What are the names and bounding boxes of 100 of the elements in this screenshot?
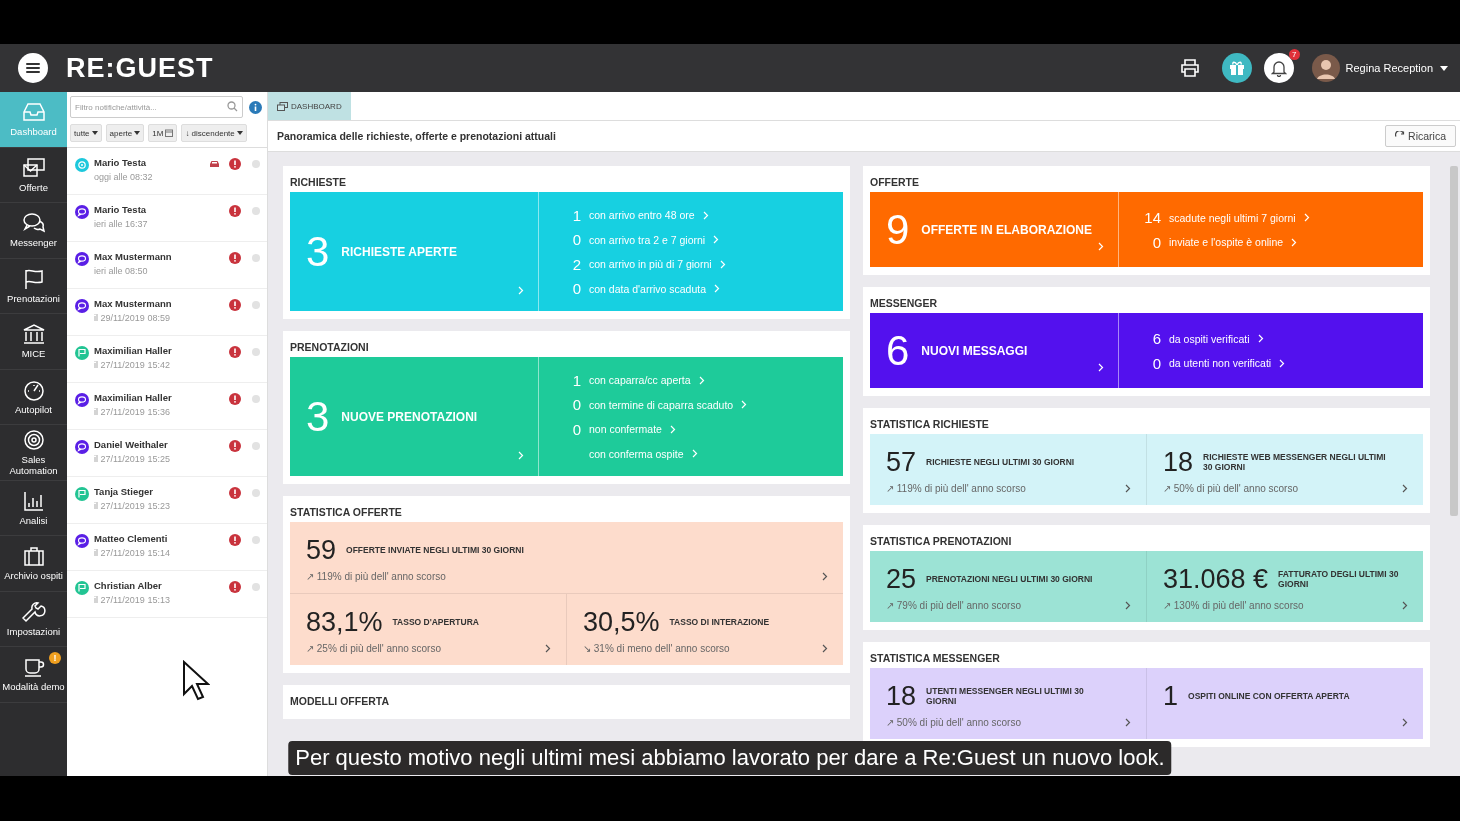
notification-item[interactable]: Mario Testa ieri alle 16:37 [67, 195, 267, 242]
contact-name: Matteo Clementi [94, 533, 169, 544]
card-title: MODELLI OFFERTA [290, 694, 390, 709]
stat-value: 18 [1163, 446, 1194, 478]
summary-label: NUOVI MESSAGGI [921, 343, 1028, 358]
summary-count: 9 [886, 208, 910, 251]
status-dot[interactable] [252, 395, 260, 403]
summary-label: NUOVE PRENOTAZIONI [341, 409, 478, 424]
contact-name: Max Mustermann [94, 298, 173, 309]
chat-icon [75, 393, 89, 407]
gift-button[interactable] [1221, 53, 1252, 83]
summary-count: 3 [306, 395, 330, 438]
reload-button[interactable]: Ricarica [1385, 125, 1456, 147]
filter-dropdown[interactable]: aperte [105, 124, 145, 142]
info-icon[interactable] [249, 100, 262, 114]
detail-link[interactable]: 6 da ospiti verificati [1143, 326, 1423, 351]
logo: RE:GUEST [66, 52, 214, 84]
stat-label: OFFERTE INVIATE NEGLI ULTIMI 30 GIORNI [346, 545, 524, 555]
stat-label: PRENOTAZIONI NEGLI ULTIMI 30 GIORNI [926, 574, 1093, 584]
stat-value: 57 [886, 446, 917, 478]
stat-trend: ↗ 50% di più dell' anno scorso [886, 716, 1021, 728]
contact-name: Christian Alber [94, 580, 163, 591]
status-dot[interactable] [252, 489, 260, 497]
search-field[interactable]: Filtro notifiche/attività... [70, 96, 243, 118]
chevron-icon [1125, 600, 1131, 610]
chevron-icon [1402, 483, 1408, 493]
flag-icon [75, 581, 89, 595]
chevron-icon [669, 424, 676, 434]
alert-icon [229, 440, 241, 452]
tab[interactable]: DASHBOARD [268, 92, 351, 120]
alert-icon [229, 205, 241, 217]
status-dot[interactable] [252, 254, 260, 262]
alert-icon [229, 581, 241, 593]
detail-link[interactable]: 0 da utenti non verificati [1143, 351, 1423, 376]
page-title: Panoramica delle richieste, offerte e prenotazioni attuali [277, 130, 556, 142]
notification-time: oggi alle 08:32 [94, 172, 154, 182]
briefcase-icon [21, 545, 46, 568]
bell-icon [1270, 59, 1287, 77]
chevron-icon [719, 259, 726, 269]
card-title: PRENOTAZIONI [290, 340, 370, 355]
cards-icon [277, 101, 288, 111]
chevron-icon [1303, 213, 1310, 223]
status-dot[interactable] [252, 348, 260, 356]
status-dot[interactable] [252, 207, 260, 215]
stat-label: OSPITI ONLINE CON OFFERTA APERTA [1188, 691, 1350, 701]
video-subtitle: Per questo motivo negli ultimi mesi abbiamo lavorato per dare a Re:Guest un nuovo look. [288, 741, 1172, 775]
notification-item[interactable]: Max Mustermann ieri alle 08:50 [67, 242, 267, 289]
target-icon [75, 158, 89, 172]
status-dot[interactable] [252, 160, 260, 168]
filter-dropdown[interactable]: ↓ discendente [181, 124, 247, 142]
notifications-button[interactable] [1263, 53, 1294, 83]
chevron-icon [713, 235, 720, 245]
stat-value: 1 [1163, 680, 1179, 712]
chevron-icon [1125, 717, 1131, 727]
calendar-icon [165, 129, 174, 137]
flag-icon [75, 346, 89, 360]
chat-icon [75, 205, 89, 219]
stat-value: 30,5% [583, 606, 660, 638]
filter-dropdown[interactable]: tutte [70, 124, 102, 142]
chevron-icon [1125, 483, 1131, 493]
chevron-icon [1279, 358, 1286, 368]
status-dot[interactable] [252, 536, 260, 544]
status-dot[interactable] [252, 301, 260, 309]
target-icon [21, 428, 46, 451]
stat-label: RICHIESTE NEGLI ULTIMI 30 GIORNI [926, 457, 1075, 467]
envelopes-icon [21, 156, 46, 179]
stat-label: RICHIESTE WEB MESSENGER NEGLI ULTIMI 30 GIORNI [1203, 452, 1387, 472]
chat-icon [75, 534, 89, 548]
card-title: RICHIESTE [290, 175, 347, 190]
gauge-icon [21, 378, 46, 401]
printer-icon[interactable] [1179, 59, 1200, 77]
card-title: MESSENGER [870, 296, 939, 311]
card-title: STATISTICA MESSENGER [870, 651, 1001, 666]
chevron-icon [822, 571, 828, 581]
flag-icon [75, 487, 89, 501]
stat-label: TASSO D'APERTURA [392, 617, 479, 627]
stat-value: 59 [306, 534, 337, 566]
chevron-icon [741, 400, 748, 410]
status-dot[interactable] [252, 583, 260, 591]
search-icon [227, 101, 238, 112]
chevron-icon [1291, 237, 1298, 247]
summary-label: RICHIESTE APERTE [341, 244, 457, 259]
gift-icon [1228, 60, 1245, 76]
stat-trend: ↗ 50% di più dell' anno scorso [1163, 482, 1298, 494]
bar-chart-icon [21, 489, 46, 512]
caret-icon [236, 131, 243, 135]
summary-count: 6 [886, 329, 910, 372]
filter-dropdown[interactable]: 1M [148, 124, 178, 142]
alert-icon [229, 534, 241, 546]
notification-item[interactable]: Mario Testa oggi alle 08:32 [67, 148, 267, 195]
contact-name: Max Mustermann [94, 251, 173, 262]
contact-name: Maximilian Haller [94, 392, 173, 403]
alert-icon [229, 158, 241, 170]
alert-icon [229, 252, 241, 264]
user-menu[interactable]: Regina Reception [1345, 62, 1448, 74]
status-dot[interactable] [252, 442, 260, 450]
menu-button[interactable] [18, 53, 48, 83]
chevron-icon [714, 284, 720, 294]
bank-icon [21, 323, 46, 346]
alert-icon [229, 393, 241, 405]
